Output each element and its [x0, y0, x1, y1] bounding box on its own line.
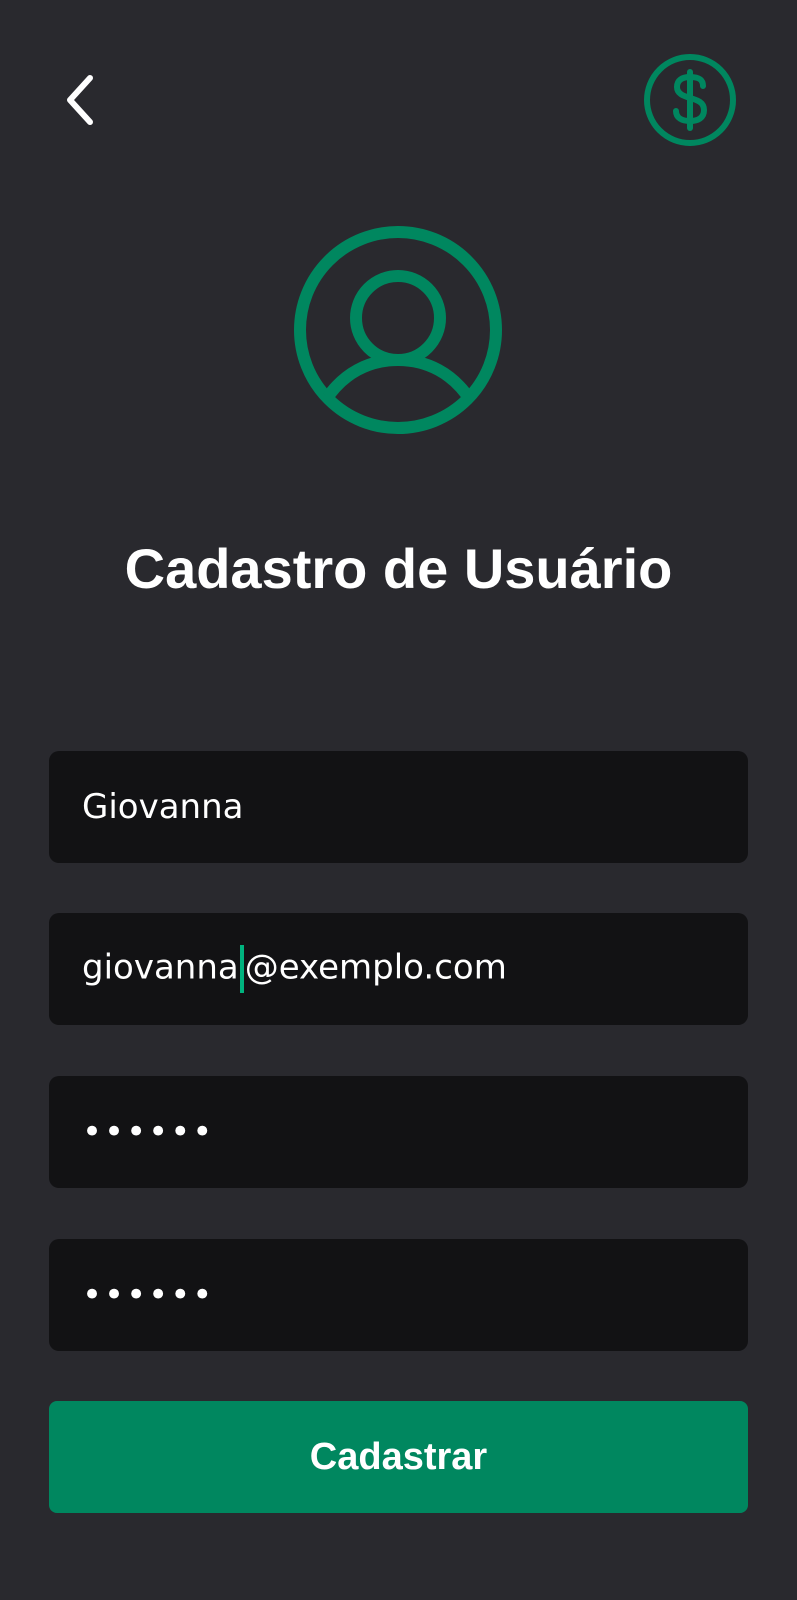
name-field-value: Giovanna — [82, 787, 244, 827]
email-field-value: giovanna @exemplo.com — [82, 945, 507, 993]
page-title: Cadastro de Usuário — [124, 537, 673, 600]
password-field-value: •••••• — [82, 1112, 215, 1152]
email-value-before-caret: giovanna — [82, 947, 239, 988]
currency-button[interactable] — [642, 52, 738, 148]
submit-button-label: Cadastrar — [309, 1435, 488, 1478]
submit-button[interactable]: Cadastrar — [49, 1401, 748, 1513]
password-field[interactable]: •••••• — [49, 1076, 748, 1188]
name-field[interactable]: Giovanna — [49, 751, 748, 863]
chevron-left-icon — [67, 75, 93, 125]
email-field[interactable]: giovanna @exemplo.com — [49, 913, 748, 1025]
back-button[interactable] — [52, 64, 108, 136]
signup-screen: Cadastro de Usuário Giovanna giovanna @ex… — [0, 0, 797, 1600]
text-caret — [239, 945, 244, 993]
email-value-after-caret: @exemplo.com — [244, 947, 507, 988]
password-confirm-field-value: •••••• — [82, 1275, 215, 1315]
user-circle-icon — [294, 226, 502, 434]
password-confirm-field[interactable]: •••••• — [49, 1239, 748, 1351]
dollar-circle-icon — [644, 54, 736, 146]
